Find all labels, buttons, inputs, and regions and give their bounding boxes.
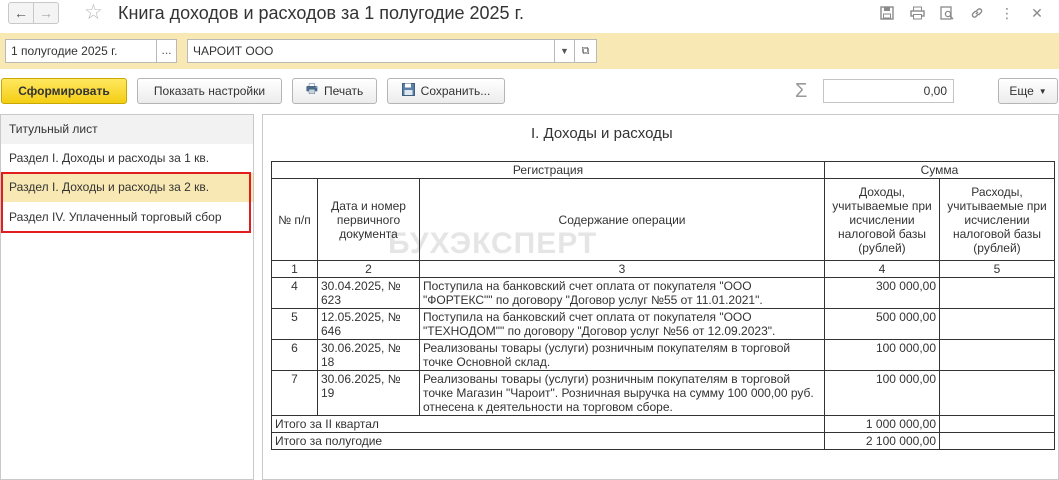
more-button-label: Еще [1009,84,1034,98]
sigma-icon: Σ [795,80,808,102]
section-item-title-page[interactable]: Титульный лист [1,115,253,144]
total-expense [939,432,1055,450]
table-row: 4 30.04.2025, № 623 Поступила на банковс… [271,277,1055,309]
row-document: 30.04.2025, № 623 [317,277,420,309]
period-select-button[interactable]: ... [157,39,177,63]
period-input[interactable]: 1 полугодие 2025 г. [5,39,157,63]
total-expense [939,415,1055,433]
favorite-star-icon[interactable]: ☆ [84,1,103,25]
organization-open-icon[interactable]: ⧉ [575,39,597,63]
back-arrow-icon[interactable]: ← [8,2,34,24]
row-content: Поступила на банковский счет оплата от п… [419,277,825,309]
forward-arrow-icon[interactable]: → [33,2,59,24]
highlight-frame [1,172,251,233]
organization-input[interactable]: ЧАРОИТ ООО [187,39,555,63]
table-header-row: Регистрация Сумма [271,161,1055,179]
row-num: 7 [271,370,318,416]
row-content: Поступила на банковский счет оплата от п… [419,308,825,340]
header-sum: Сумма [824,161,1055,179]
print-icon: 🖶 [305,81,318,96]
row-num: 5 [271,308,318,340]
total-row: Итого за II квартал 1 000 000,00 [271,415,1055,433]
header-expense: Расходы, учитываемые при исчислении нало… [939,178,1055,261]
chevron-down-icon: ▼ [1038,86,1047,96]
column-number: 3 [419,260,825,278]
column-number-row: 1 2 3 4 5 [271,260,1055,278]
sum-field[interactable]: 0,00 [823,79,954,103]
table-row: 7 30.06.2025, № 19 Реализованы товары (у… [271,370,1055,416]
sections-panel: Титульный лист Раздел I. Доходы и расход… [0,114,254,480]
row-content: Реализованы товары (услуги) розничным по… [419,370,825,416]
print-button[interactable]: 🖶 Печать [292,78,377,104]
row-income: 100 000,00 [824,339,940,371]
organization-dropdown-icon[interactable]: ▼ [555,39,575,63]
floppy-disk-icon [401,83,415,99]
column-number: 1 [271,260,318,278]
row-num: 4 [271,277,318,309]
row-expense [939,308,1055,340]
total-label: Итого за полугодие [271,432,825,450]
table-row: 6 30.06.2025, № 18 Реализованы товары (у… [271,339,1055,371]
print-icon[interactable] [907,3,927,23]
row-income: 300 000,00 [824,277,940,309]
row-expense [939,370,1055,416]
income-expense-table: Регистрация Сумма № п/п Дата и номер пер… [271,161,1055,450]
total-income: 2 100 000,00 [824,432,940,450]
header-income: Доходы, учитываемые при исчислении налог… [824,178,940,261]
header-num: № п/п [271,178,318,261]
row-income: 100 000,00 [824,370,940,416]
report-title: I. Доходы и расходы [531,125,673,142]
print-button-label: Печать [323,84,364,98]
title-bar-icons: ⋮ ✕ [877,3,1047,23]
row-expense [939,277,1055,309]
more-button[interactable]: Еще ▼ [998,78,1058,104]
column-number: 5 [939,260,1055,278]
generate-button[interactable]: Сформировать [1,78,127,104]
column-number: 4 [824,260,940,278]
save-button[interactable]: Сохранить... [387,78,505,104]
total-row: Итого за полугодие 2 100 000,00 [271,432,1055,450]
row-expense [939,339,1055,371]
header-content: Содержание операции [419,178,825,261]
title-bar: ← → ☆ Книга доходов и расходов за 1 полу… [0,0,1059,30]
row-income: 500 000,00 [824,308,940,340]
preview-icon[interactable] [937,3,957,23]
link-icon[interactable] [967,3,987,23]
column-number: 2 [317,260,420,278]
total-label: Итого за II квартал [271,415,825,433]
report-document: I. Доходы и расходы БУХЭКСПЕРТ Регистрац… [262,114,1059,480]
row-document: 30.06.2025, № 19 [317,370,420,416]
table-row: 5 12.05.2025, № 646 Поступила на банковс… [271,308,1055,340]
row-document: 30.06.2025, № 18 [317,339,420,371]
show-settings-button[interactable]: Показать настройки [137,78,282,104]
close-icon[interactable]: ✕ [1027,3,1047,23]
header-registration: Регистрация [271,161,825,179]
row-num: 6 [271,339,318,371]
window-title: Книга доходов и расходов за 1 полугодие … [118,3,524,23]
save-disk-icon[interactable] [877,3,897,23]
section-item-q1[interactable]: Раздел I. Доходы и расходы за 1 кв. [1,144,253,173]
header-date: Дата и номер первичного документа [317,178,420,261]
more-menu-icon[interactable]: ⋮ [997,3,1017,23]
row-document: 12.05.2025, № 646 [317,308,420,340]
parameter-bar: 1 полугодие 2025 г. ... ЧАРОИТ ООО ▼ ⧉ [0,33,1059,69]
table-header-row: № п/п Дата и номер первичного документа … [271,178,1055,261]
row-content: Реализованы товары (услуги) розничным по… [419,339,825,371]
total-income: 1 000 000,00 [824,415,940,433]
save-button-label: Сохранить... [420,84,491,98]
